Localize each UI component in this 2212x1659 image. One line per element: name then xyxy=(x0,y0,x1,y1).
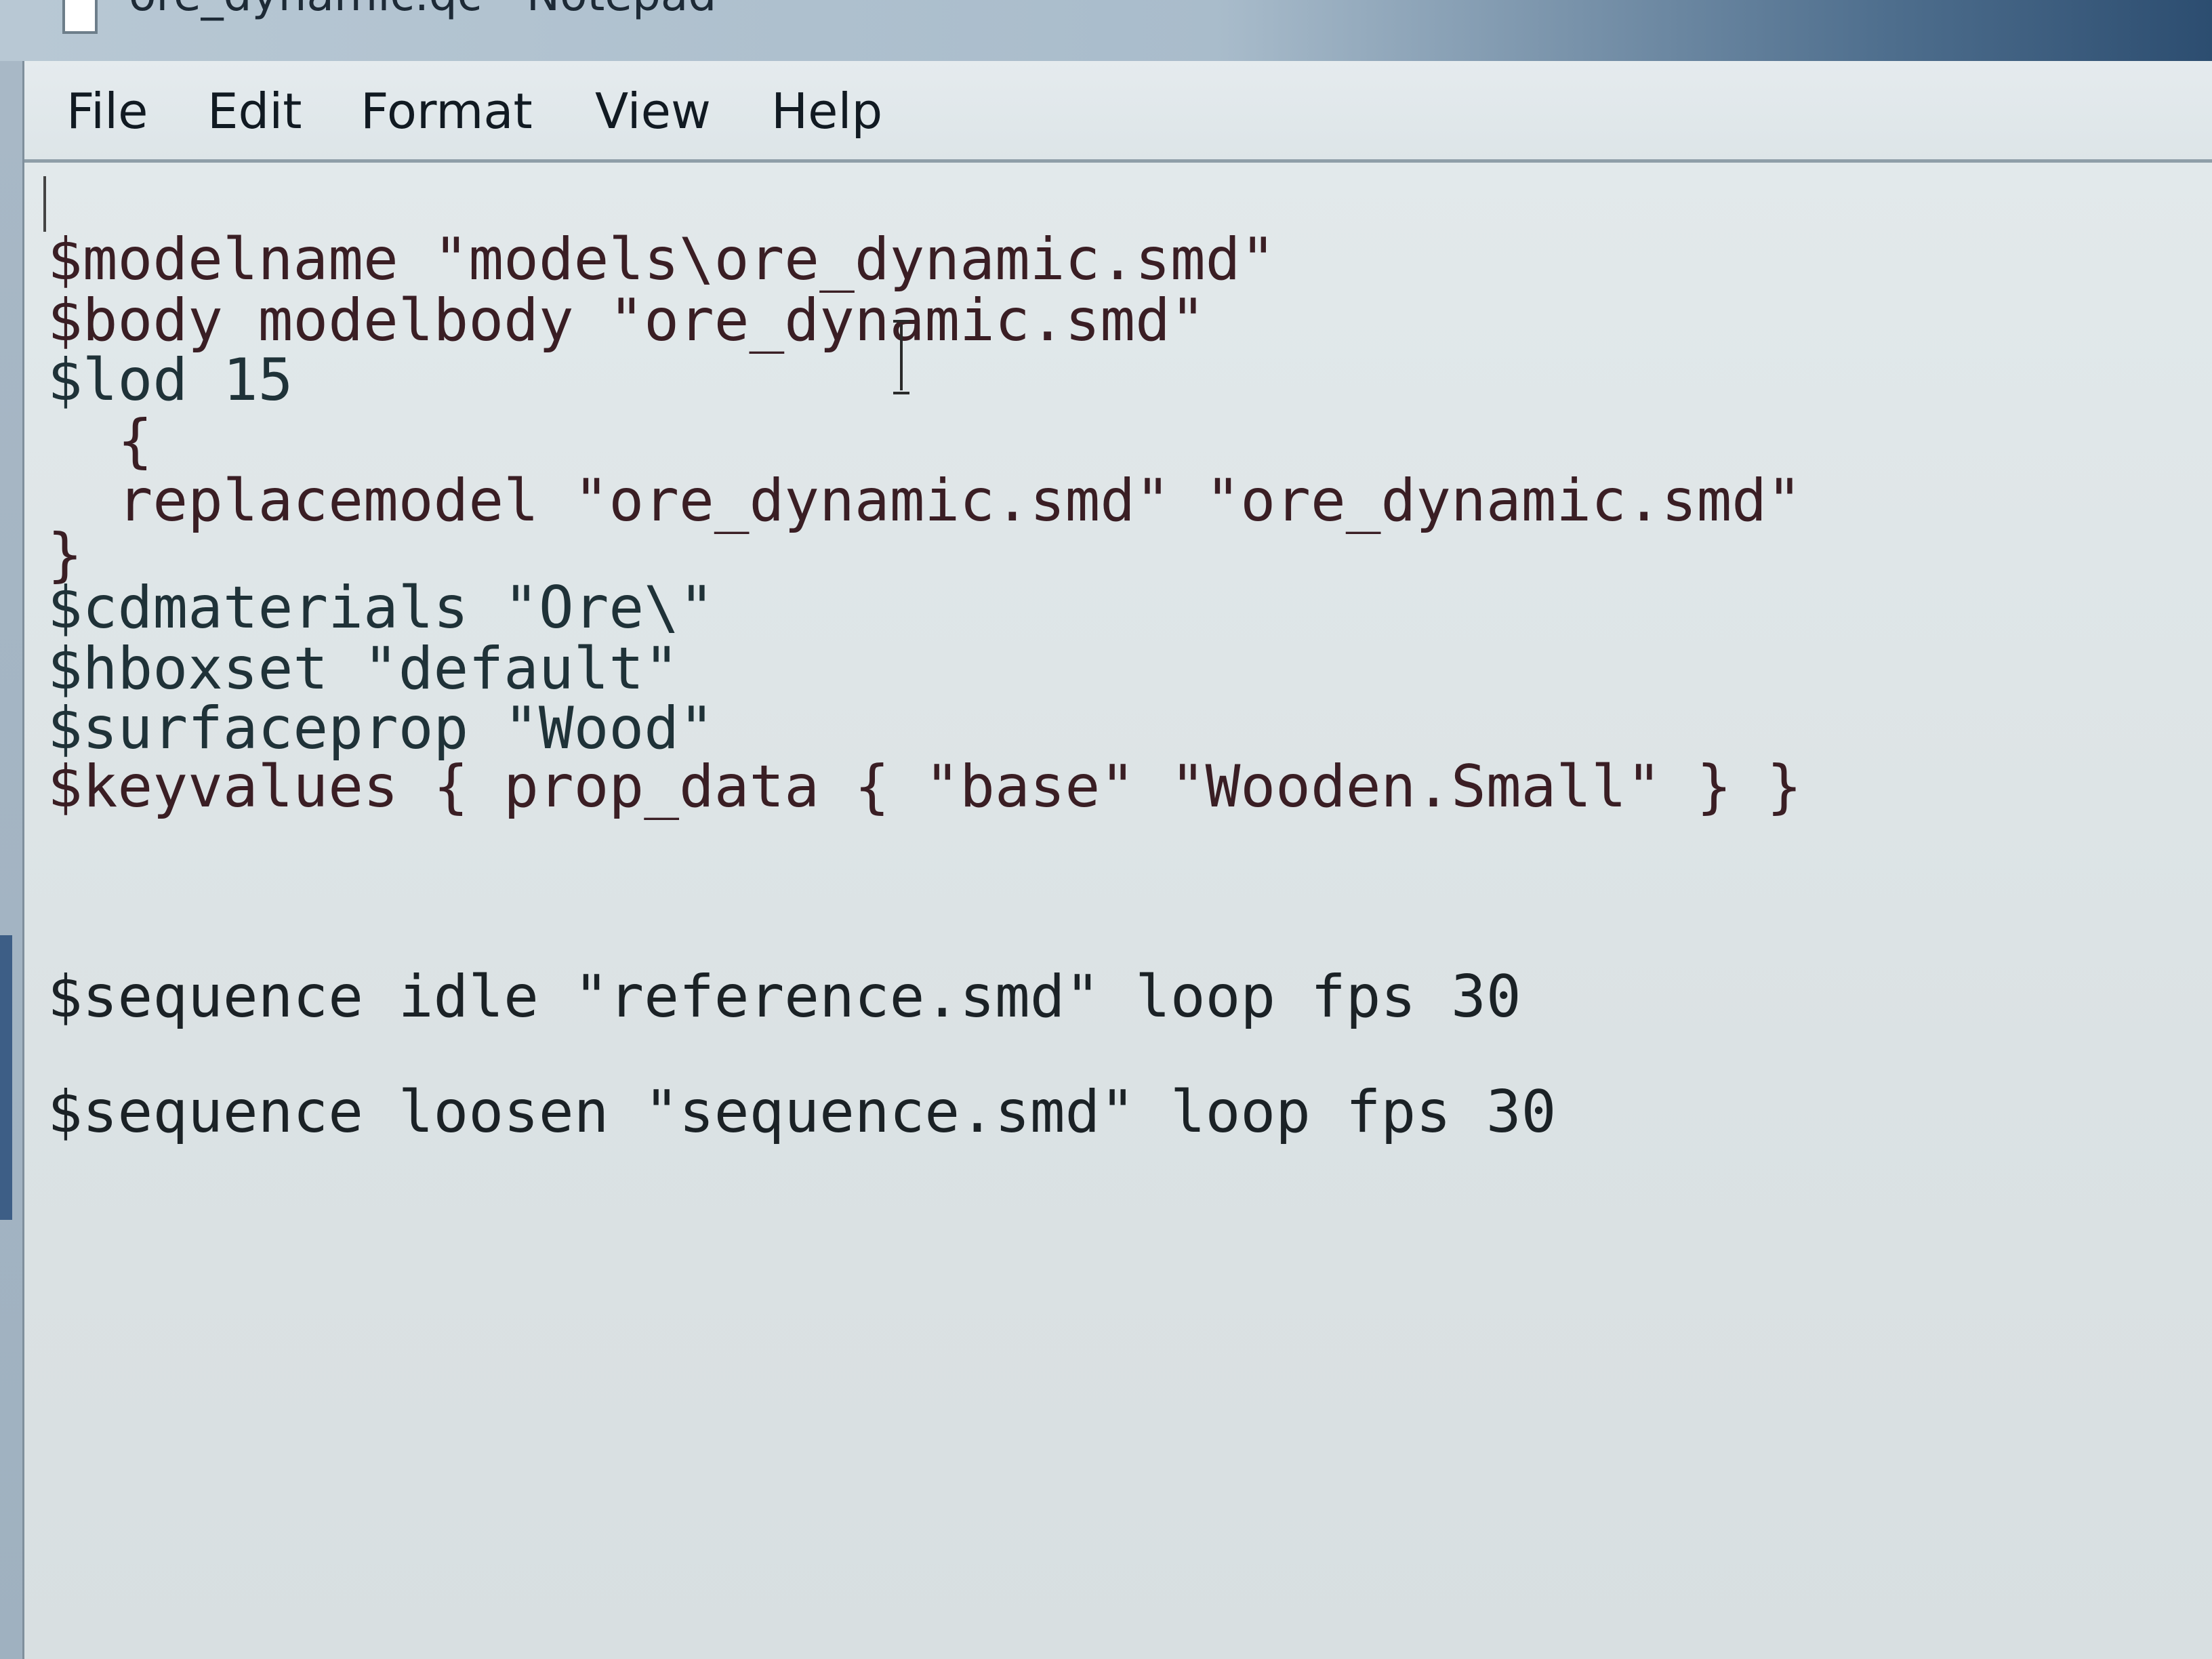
window-title: ore_dynamic.qc - Notepad xyxy=(129,0,716,18)
code-line-10: $keyvalues { prop_data { "base" "Wooden.… xyxy=(47,753,1802,821)
text-caret xyxy=(43,176,46,232)
code-line-9: $surfaceprop "Wood" xyxy=(47,695,714,762)
menu-view[interactable]: View xyxy=(595,87,711,136)
text-editor-area[interactable]: $modelname "models\ore_dynamic.smd" $bod… xyxy=(24,163,2212,1659)
code-line-11: $sequence idle "reference.smd" loop fps … xyxy=(47,963,1521,1031)
menu-file[interactable]: File xyxy=(66,87,148,136)
title-bar[interactable]: ore_dynamic.qc - Notepad xyxy=(0,0,2212,61)
window-left-frame xyxy=(0,61,24,1659)
code-line-8: $hboxset "default" xyxy=(47,635,679,703)
menu-bar: File Edit Format View Help xyxy=(24,61,2212,163)
text-cursor-icon xyxy=(893,320,909,394)
notepad-window: ore_dynamic.qc - Notepad File Edit Forma… xyxy=(0,0,2212,1659)
code-line-2: $body modelbody "ore_dynamic.smd" xyxy=(47,287,1206,354)
code-line-7: $cdmaterials "Ore\" xyxy=(47,574,714,642)
code-line-4: { xyxy=(47,407,153,475)
menu-help[interactable]: Help xyxy=(771,87,882,136)
notepad-icon xyxy=(62,0,98,34)
code-line-3: $lod 15 xyxy=(47,346,293,414)
code-line-1: $modelname "models\ore_dynamic.smd" xyxy=(47,226,1276,293)
frame-accent xyxy=(0,935,12,1220)
menu-edit[interactable]: Edit xyxy=(207,87,302,136)
code-line-5: replacemodel "ore_dynamic.smd" "ore_dyna… xyxy=(47,467,1802,535)
code-line-12: $sequence loosen "sequence.smd" loop fps… xyxy=(47,1078,1557,1146)
menu-format[interactable]: Format xyxy=(361,87,533,136)
